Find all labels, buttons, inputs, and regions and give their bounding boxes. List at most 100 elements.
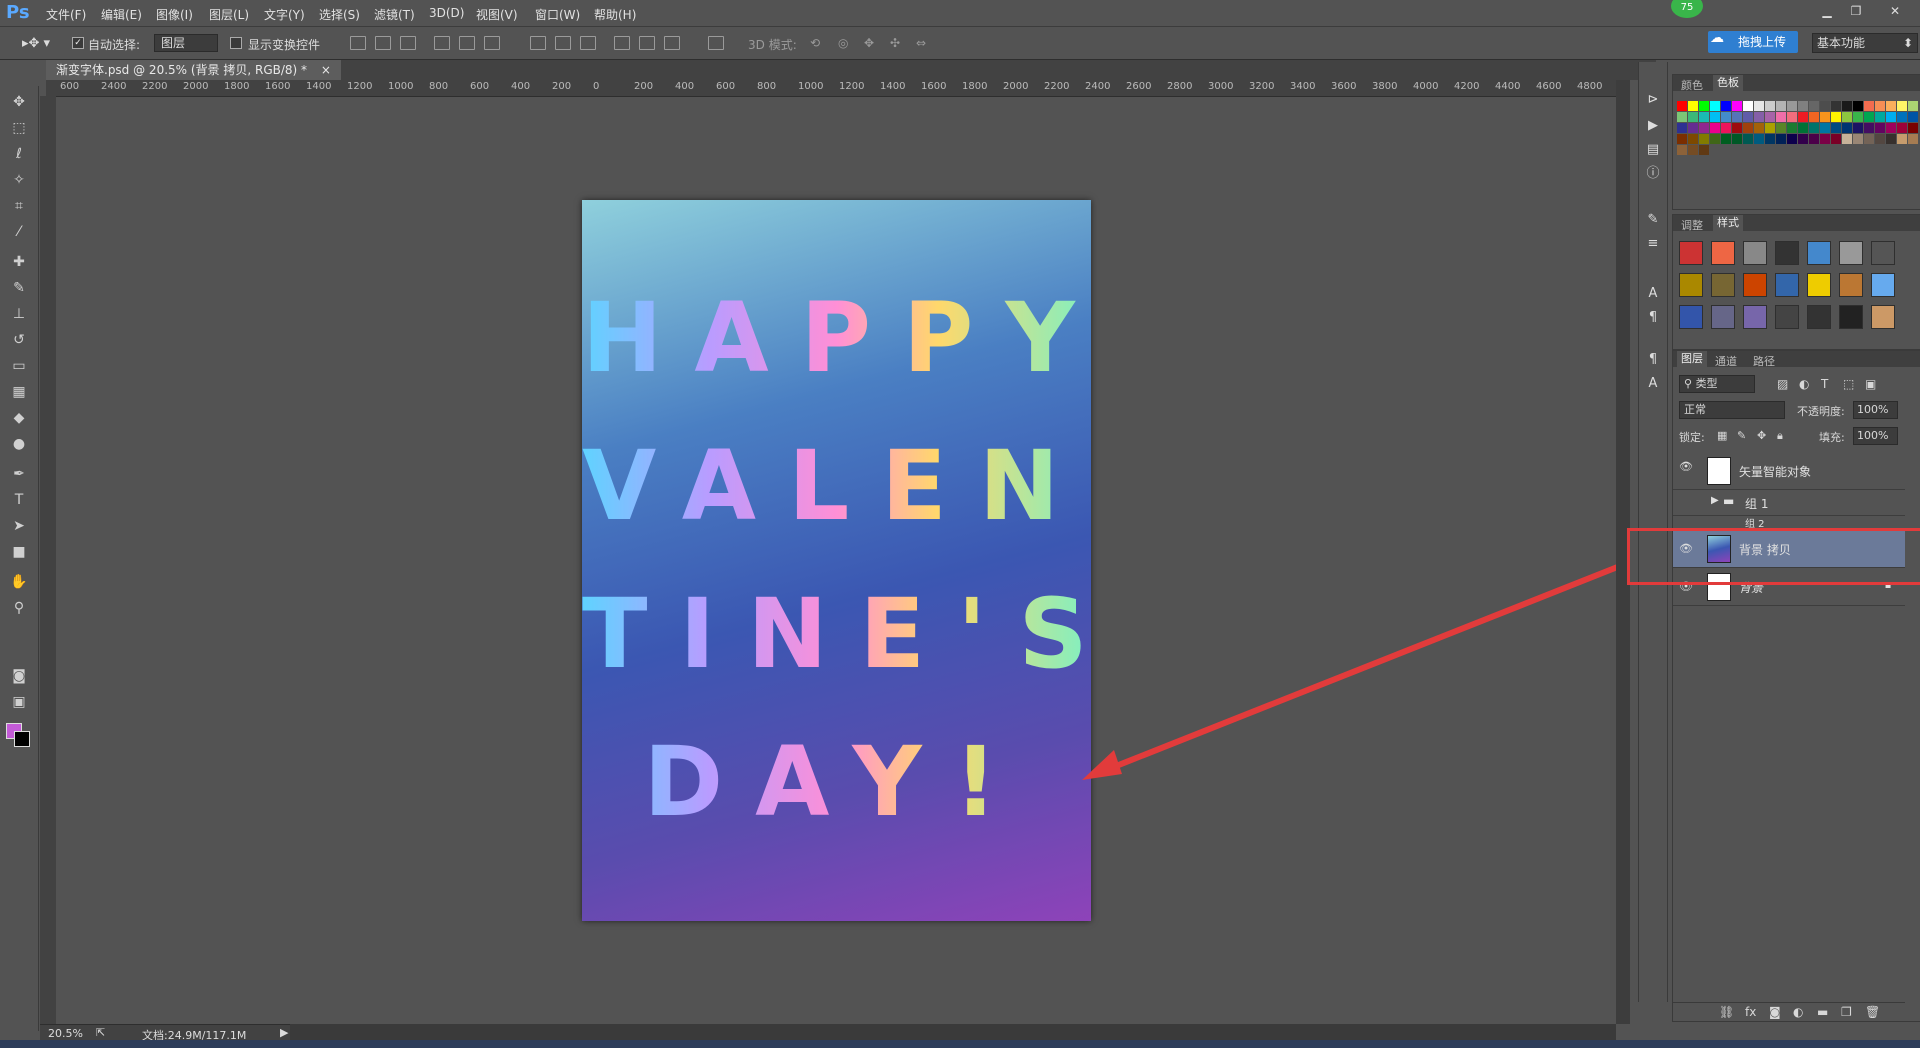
menu-help[interactable]: 帮助(H) bbox=[594, 6, 636, 23]
crop-tool-icon[interactable]: ⌗ bbox=[8, 196, 30, 216]
color-swatch[interactable] bbox=[1688, 134, 1698, 144]
blur-tool-icon[interactable]: ◆ bbox=[8, 408, 30, 428]
color-swatch[interactable] bbox=[1831, 134, 1841, 144]
color-swatch[interactable] bbox=[1743, 123, 1753, 133]
color-swatch[interactable] bbox=[1688, 112, 1698, 122]
style-preset[interactable] bbox=[1711, 241, 1735, 265]
color-swatch[interactable] bbox=[1886, 101, 1896, 111]
menu-image[interactable]: 图像(I) bbox=[156, 6, 193, 23]
background-color-swatch[interactable] bbox=[14, 731, 30, 747]
color-swatch[interactable] bbox=[1875, 123, 1885, 133]
tab-layers[interactable]: 图层 bbox=[1677, 351, 1707, 367]
color-swatch[interactable] bbox=[1842, 112, 1852, 122]
color-swatch[interactable] bbox=[1897, 101, 1907, 111]
color-swatch[interactable] bbox=[1864, 134, 1874, 144]
opacity-input[interactable]: 100% bbox=[1853, 401, 1898, 419]
color-swatch[interactable] bbox=[1732, 123, 1742, 133]
tab-color[interactable]: 颜色 bbox=[1681, 77, 1703, 93]
color-swatch[interactable] bbox=[1853, 134, 1863, 144]
color-swatch[interactable] bbox=[1809, 134, 1819, 144]
type-tool-icon[interactable]: T bbox=[8, 490, 30, 510]
hand-tool-icon[interactable]: ✋ bbox=[8, 572, 30, 592]
eyedropper-icon[interactable]: ⁄ bbox=[8, 222, 30, 242]
style-preset[interactable] bbox=[1839, 241, 1863, 265]
tab-swatches[interactable]: 色板 bbox=[1713, 75, 1743, 91]
menu-select[interactable]: 选择(S) bbox=[319, 6, 360, 23]
color-swatch[interactable] bbox=[1820, 134, 1830, 144]
style-preset[interactable] bbox=[1775, 241, 1799, 265]
color-swatch[interactable] bbox=[1688, 123, 1698, 133]
share-icon[interactable]: ⇱ bbox=[96, 1026, 105, 1039]
move-tool-preset-icon[interactable]: ▸✥ ▾ bbox=[22, 36, 50, 51]
color-swatch[interactable] bbox=[1787, 134, 1797, 144]
3d-drag-icon[interactable]: ✥ bbox=[864, 36, 874, 50]
color-swatch[interactable] bbox=[1743, 134, 1753, 144]
zoom-tool-icon[interactable]: ⚲ bbox=[8, 598, 30, 618]
align-left-icon[interactable] bbox=[434, 36, 450, 50]
style-preset[interactable] bbox=[1711, 305, 1735, 329]
brush-panel-icon[interactable]: ✎ bbox=[1645, 212, 1661, 228]
menu-window[interactable]: 窗口(W) bbox=[535, 6, 580, 23]
color-swatch[interactable] bbox=[1754, 101, 1764, 111]
close-tab-icon[interactable]: × bbox=[321, 63, 331, 77]
align-right-icon[interactable] bbox=[484, 36, 500, 50]
menu-type[interactable]: 文字(Y) bbox=[264, 6, 305, 23]
color-swatch[interactable] bbox=[1721, 112, 1731, 122]
3d-scale-icon[interactable]: ⇔ bbox=[916, 36, 926, 50]
color-swatch[interactable] bbox=[1809, 123, 1819, 133]
align-bottom-icon[interactable] bbox=[400, 36, 416, 50]
tab-adjustments[interactable]: 调整 bbox=[1681, 217, 1703, 233]
color-swatch[interactable] bbox=[1798, 123, 1808, 133]
style-preset[interactable] bbox=[1679, 241, 1703, 265]
distribute-top-icon[interactable] bbox=[530, 36, 546, 50]
color-swatch[interactable] bbox=[1732, 101, 1742, 111]
color-swatch[interactable] bbox=[1853, 112, 1863, 122]
character-styles-icon[interactable]: A bbox=[1645, 376, 1661, 392]
color-swatch[interactable] bbox=[1864, 101, 1874, 111]
clone-stamp-icon[interactable]: ⊥ bbox=[8, 304, 30, 324]
color-swatch[interactable] bbox=[1776, 101, 1786, 111]
marquee-tool-icon[interactable]: ⬚ bbox=[8, 118, 30, 138]
adjustment-layer-icon[interactable]: ◐ bbox=[1793, 1005, 1803, 1019]
add-mask-icon[interactable]: ◙ bbox=[1769, 1005, 1781, 1019]
color-swatch[interactable] bbox=[1699, 145, 1709, 155]
color-swatch[interactable] bbox=[1886, 123, 1896, 133]
menu-file[interactable]: 文件(F) bbox=[46, 6, 86, 23]
lock-all-icon[interactable]: 🔒︎ bbox=[1777, 429, 1783, 443]
visibility-eye-icon[interactable]: 👁︎ bbox=[1679, 460, 1693, 473]
gradient-tool-icon[interactable]: ▦ bbox=[8, 382, 30, 402]
tab-styles[interactable]: 样式 bbox=[1713, 215, 1743, 231]
color-swatch[interactable] bbox=[1776, 112, 1786, 122]
lasso-tool-icon[interactable]: ℓ bbox=[8, 144, 30, 164]
tool-presets-icon[interactable]: ▤ bbox=[1645, 142, 1661, 158]
style-preset[interactable] bbox=[1871, 273, 1895, 297]
paragraph-icon[interactable]: ¶ bbox=[1645, 310, 1661, 326]
color-swatch[interactable] bbox=[1864, 123, 1874, 133]
color-swatch[interactable] bbox=[1721, 123, 1731, 133]
style-preset[interactable] bbox=[1775, 305, 1799, 329]
align-hcenter-icon[interactable] bbox=[459, 36, 475, 50]
filter-pixel-icon[interactable]: ▨ bbox=[1777, 377, 1788, 391]
history-brush-icon[interactable]: ↺ bbox=[8, 330, 30, 350]
style-preset[interactable] bbox=[1743, 241, 1767, 265]
color-swatch[interactable] bbox=[1677, 112, 1687, 122]
distribute-vcenter-icon[interactable] bbox=[555, 36, 571, 50]
healing-brush-icon[interactable]: ✚ bbox=[8, 252, 30, 272]
3d-slide-icon[interactable]: ✣ bbox=[890, 36, 900, 50]
link-layers-icon[interactable]: ⛓ bbox=[1719, 1005, 1734, 1019]
show-transform-checkbox[interactable] bbox=[230, 37, 242, 49]
style-preset[interactable] bbox=[1839, 273, 1863, 297]
color-swatch[interactable] bbox=[1842, 123, 1852, 133]
color-swatch[interactable] bbox=[1721, 134, 1731, 144]
color-swatch[interactable] bbox=[1710, 134, 1720, 144]
menu-layer[interactable]: 图层(L) bbox=[209, 6, 249, 23]
color-swatch[interactable] bbox=[1688, 145, 1698, 155]
quick-mask-icon[interactable]: ◙ bbox=[8, 666, 30, 686]
layer-filter-dropdown[interactable]: ⚲ 类型 bbox=[1679, 375, 1755, 393]
move-tool-icon[interactable]: ✥ bbox=[8, 92, 30, 112]
color-swatch[interactable] bbox=[1754, 134, 1764, 144]
brush-tool-icon[interactable]: ✎ bbox=[8, 278, 30, 298]
style-preset[interactable] bbox=[1807, 241, 1831, 265]
style-preset[interactable] bbox=[1775, 273, 1799, 297]
color-swatch[interactable] bbox=[1754, 123, 1764, 133]
